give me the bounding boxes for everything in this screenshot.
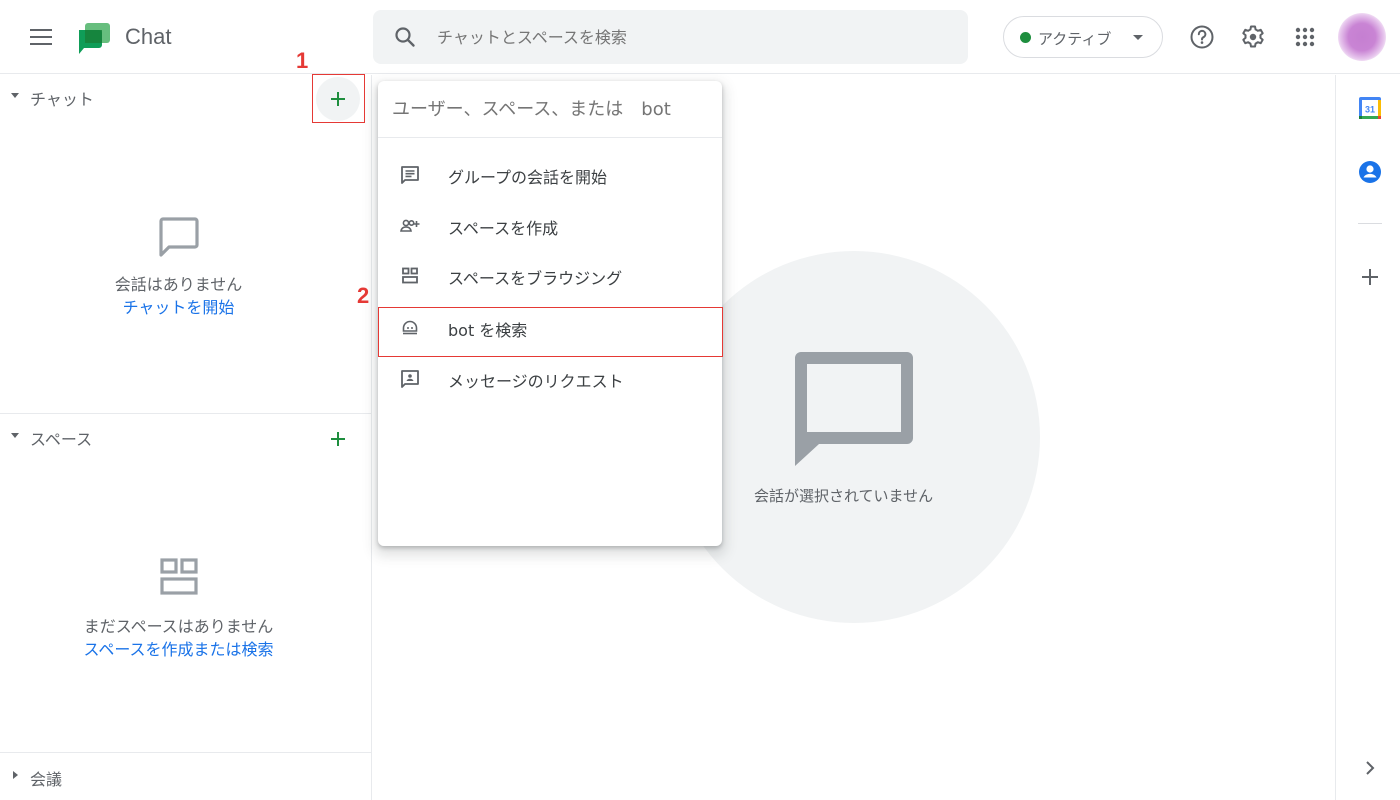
- caret-right-icon: [13, 771, 18, 779]
- main-menu-button[interactable]: [26, 24, 58, 52]
- status-selector[interactable]: アクティブ: [1003, 16, 1163, 58]
- annotation-step-2: 2: [357, 283, 370, 308]
- help-icon[interactable]: [1189, 24, 1215, 50]
- spaces-empty-text: まだスペースはありません: [83, 617, 274, 636]
- people-search-input[interactable]: [378, 81, 722, 138]
- menu-item-browse-spaces[interactable]: スペースをブラウジング: [378, 251, 722, 301]
- menu-icon-bar: [30, 43, 52, 45]
- add-app-icon[interactable]: [1358, 265, 1382, 289]
- chevron-down-icon: [1133, 35, 1143, 40]
- calendar-icon[interactable]: 31: [1358, 96, 1382, 120]
- chat-section-header[interactable]: チャット: [0, 75, 372, 121]
- spaces-empty-state: まだスペースはありません スペースを作成または検索: [0, 557, 357, 661]
- menu-item-label: グループの会話を開始: [448, 168, 608, 187]
- meetings-section-label: 会議: [30, 770, 63, 789]
- google-chat-app: Chat アクティブ: [0, 0, 1400, 800]
- chat-section-label: チャット: [30, 90, 94, 109]
- spaces-grid-icon: [159, 558, 198, 595]
- message-request-icon: [401, 370, 419, 388]
- status-label: アクティブ: [1038, 30, 1112, 48]
- menu-icon-bar: [30, 36, 52, 38]
- create-space-link[interactable]: スペースを作成または検索: [0, 638, 357, 661]
- search-input[interactable]: [437, 10, 937, 64]
- apps-grid-icon[interactable]: [1292, 24, 1318, 50]
- calendar-date-label: 31: [1365, 105, 1375, 115]
- search-icon: [395, 27, 415, 47]
- status-dot: [1020, 32, 1031, 43]
- chat-logo-icon: [79, 23, 110, 54]
- sidebar: チャット 会話はありません チャットを開始 スペース まだスペースはありません …: [0, 75, 372, 800]
- plus-icon: [331, 432, 345, 446]
- rail-divider: [1358, 223, 1382, 224]
- spaces-section-header[interactable]: スペース: [0, 415, 372, 459]
- start-chat-link[interactable]: チャットを開始: [0, 296, 357, 319]
- menu-item-start-group-chat[interactable]: グループの会話を開始: [378, 150, 722, 200]
- search-bar[interactable]: [373, 10, 968, 64]
- caret-down-icon: [11, 433, 19, 438]
- expand-panel-icon[interactable]: [1358, 756, 1382, 780]
- chat-bubble-large-icon: [795, 352, 913, 466]
- menu-item-label: スペースをブラウジング: [448, 269, 623, 288]
- chat-empty-text: 会話はありません: [114, 275, 243, 294]
- plus-icon: [331, 92, 345, 106]
- spaces-section-label: スペース: [30, 430, 93, 449]
- no-conversation-text: 会話が選択されていません: [754, 487, 934, 505]
- bot-icon: [402, 320, 418, 335]
- contacts-icon[interactable]: [1358, 160, 1382, 184]
- menu-item-find-bot[interactable]: bot を検索: [378, 303, 722, 353]
- menu-icon-bar: [30, 29, 52, 31]
- avatar[interactable]: [1338, 13, 1386, 61]
- caret-down-icon: [11, 93, 19, 98]
- browse-spaces-icon: [402, 267, 418, 284]
- chat-bubble-icon: [158, 217, 199, 257]
- start-chat-button[interactable]: [316, 77, 360, 121]
- chat-empty-state: 会話はありません チャットを開始: [0, 215, 357, 319]
- section-divider: [0, 413, 372, 414]
- menu-item-label: スペースを作成: [448, 219, 559, 238]
- add-space-button[interactable]: [316, 417, 360, 461]
- section-divider: [0, 752, 372, 753]
- menu-item-create-space[interactable]: スペースを作成: [378, 201, 722, 251]
- meetings-section-header[interactable]: 会議: [0, 755, 372, 799]
- new-chat-dropdown: グループの会話を開始 スペースを作成 スペースをブラウジング: [378, 81, 722, 546]
- chat-lines-icon: [401, 166, 419, 184]
- group-add-icon: [400, 219, 420, 232]
- menu-item-label: メッセージのリクエスト: [448, 372, 624, 391]
- settings-icon[interactable]: [1240, 24, 1266, 50]
- app-title: Chat: [125, 24, 172, 49]
- menu-item-label: bot を検索: [448, 321, 528, 340]
- menu-item-message-requests[interactable]: メッセージのリクエスト: [378, 354, 722, 404]
- annotation-step-1: 1: [296, 48, 309, 73]
- right-side-panel: 31: [1335, 75, 1400, 800]
- top-header: Chat アクティブ: [0, 0, 1400, 74]
